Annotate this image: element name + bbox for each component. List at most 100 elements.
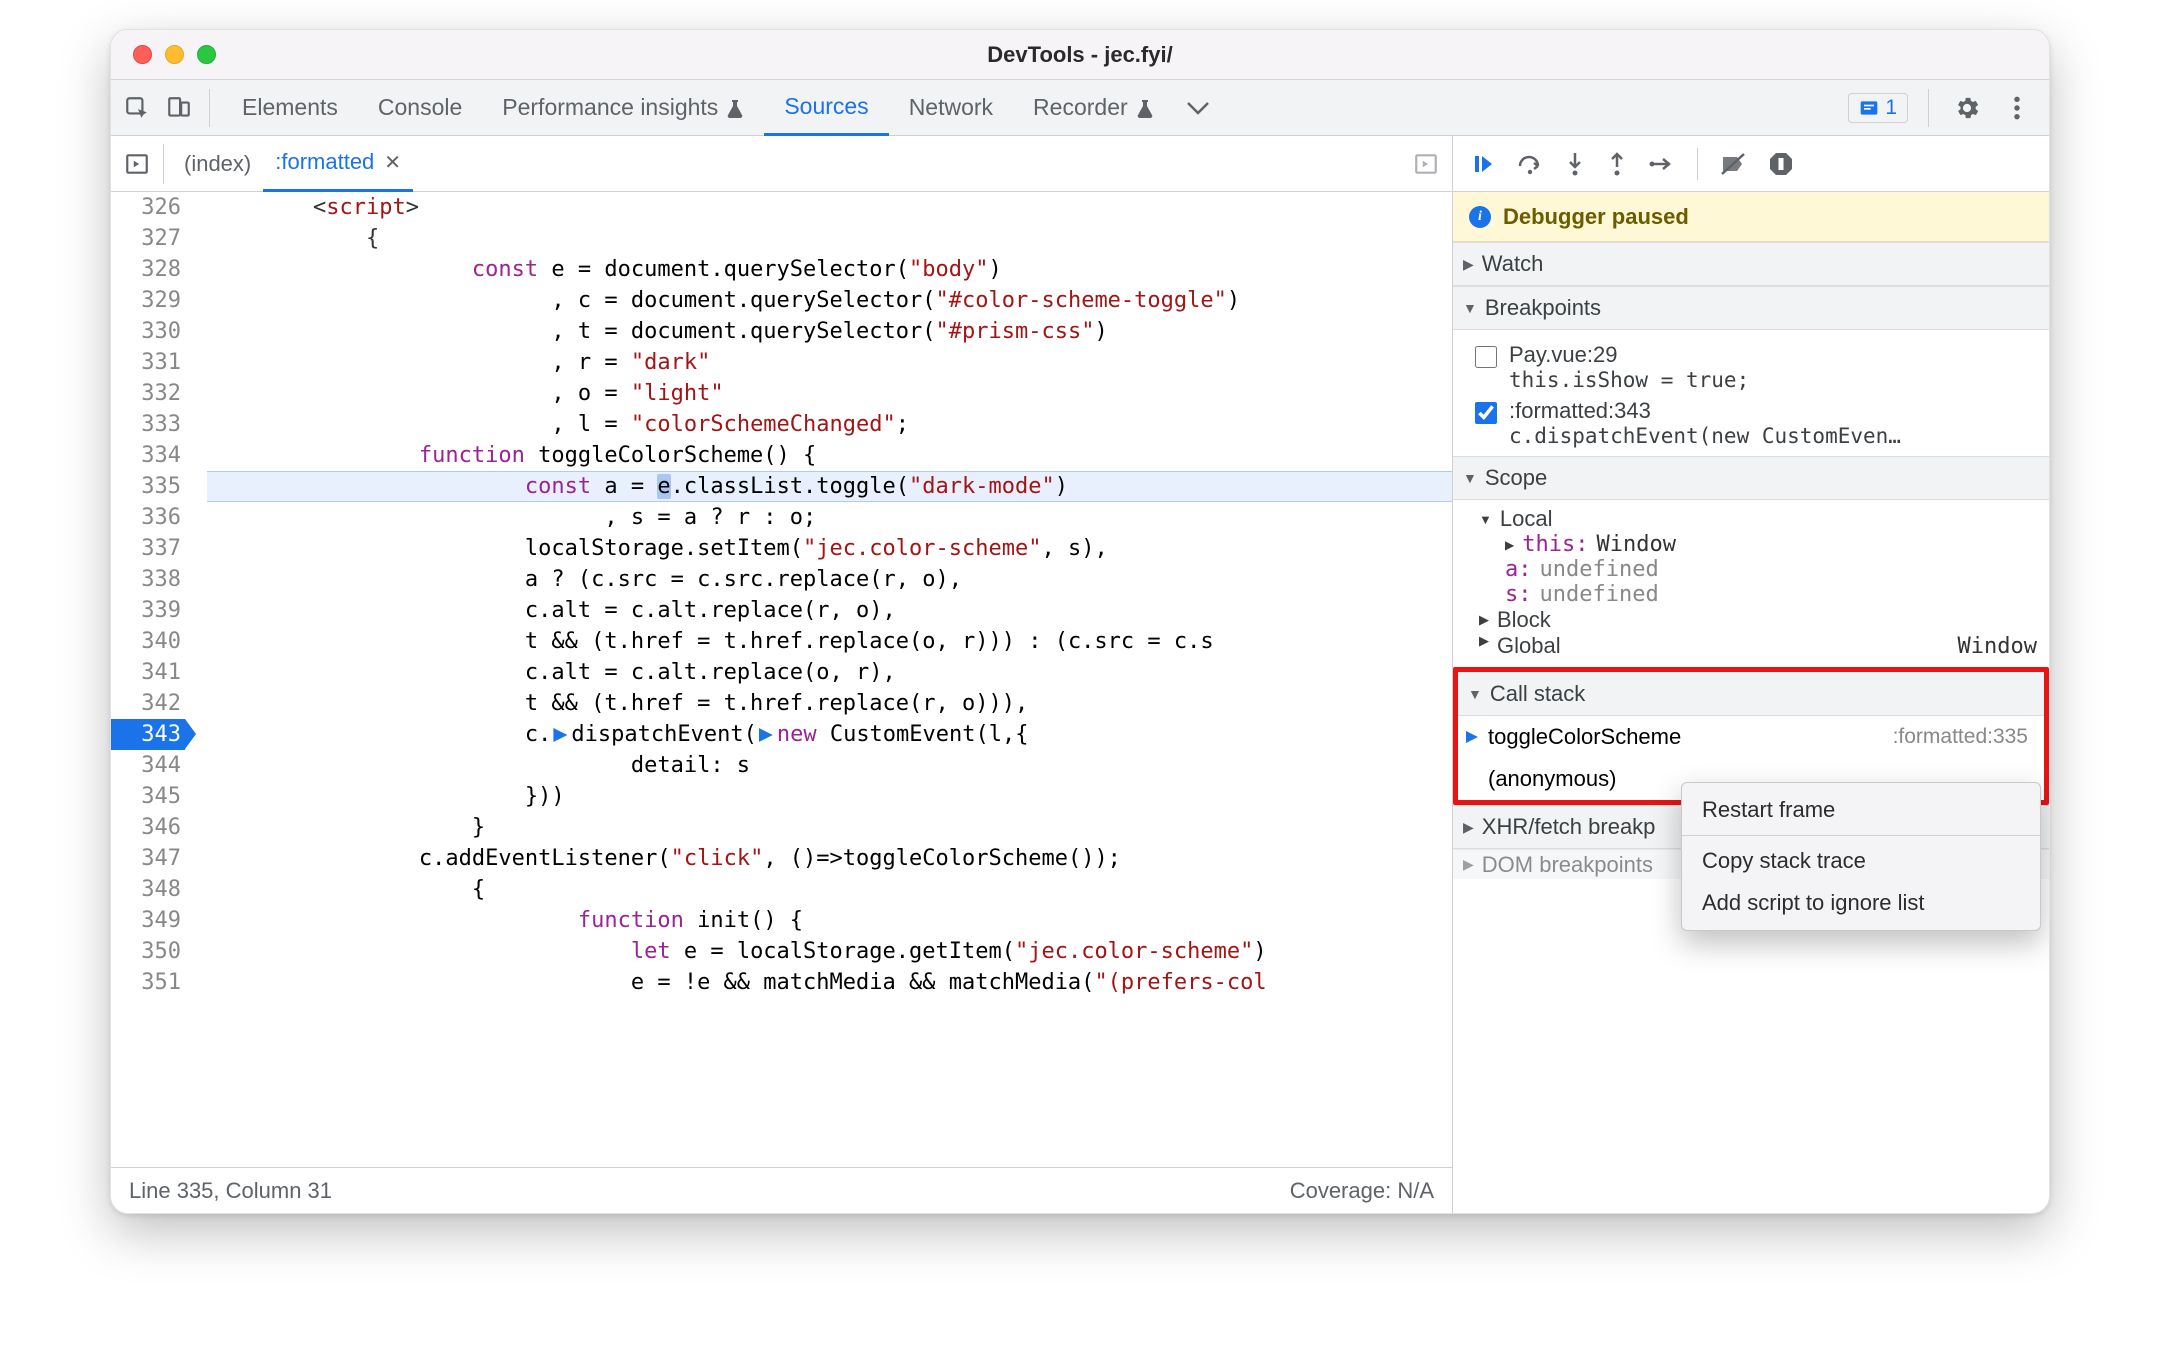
code-line[interactable]: localStorage.setItem("jec.color-scheme",…	[207, 533, 1452, 564]
settings-icon[interactable]	[1949, 90, 1985, 126]
breakpoint-marker[interactable]: 343	[111, 719, 185, 750]
gutter-line[interactable]: 334	[111, 440, 185, 471]
breakpoint-checkbox[interactable]	[1475, 402, 1497, 424]
scope-variable[interactable]: s: undefined	[1475, 582, 2037, 607]
gutter-line[interactable]: 347	[111, 843, 185, 874]
code-line[interactable]: const e = document.querySelector("body")	[207, 254, 1452, 285]
scope-section[interactable]: ▼Scope	[1453, 456, 2049, 500]
gutter-line[interactable]: 338	[111, 564, 185, 595]
code-line[interactable]: , o = "light"	[207, 378, 1452, 409]
code-line[interactable]: c.alt = c.alt.replace(o, r),	[207, 657, 1452, 688]
code-line[interactable]: <script>	[207, 192, 1452, 223]
gutter-line[interactable]: 351	[111, 967, 185, 998]
code-line[interactable]: t && (t.href = t.href.replace(o, r))) : …	[207, 626, 1452, 657]
gutter-line[interactable]: 331	[111, 347, 185, 378]
step-over-icon[interactable]	[1517, 152, 1543, 176]
gutter-line[interactable]: 335	[111, 471, 185, 502]
titlebar: DevTools - jec.fyi/	[111, 30, 2049, 80]
code-line[interactable]: , l = "colorSchemeChanged";	[207, 409, 1452, 440]
gutter-line[interactable]: 326	[111, 192, 185, 223]
context-menu-item[interactable]: Restart frame	[1682, 789, 2040, 831]
minimize-window-icon[interactable]	[165, 45, 184, 64]
pause-on-exceptions-icon[interactable]	[1768, 151, 1794, 177]
code-line[interactable]: {	[207, 223, 1452, 254]
tab-console[interactable]: Console	[358, 80, 482, 136]
resume-icon[interactable]	[1471, 152, 1495, 176]
code-line[interactable]: c.addEventListener("click", ()=>toggleCo…	[207, 843, 1452, 874]
navigator-toggle-icon[interactable]	[119, 146, 155, 182]
tab-sources[interactable]: Sources	[764, 80, 888, 136]
gutter-line[interactable]: 333	[111, 409, 185, 440]
window-controls	[133, 45, 216, 64]
code-line[interactable]: }	[207, 812, 1452, 843]
code-line[interactable]: function init() {	[207, 905, 1452, 936]
breakpoint-item[interactable]: Pay.vue:29this.isShow = true;	[1475, 342, 2037, 392]
breakpoint-checkbox[interactable]	[1475, 346, 1497, 368]
close-window-icon[interactable]	[133, 45, 152, 64]
gutter-line[interactable]: 330	[111, 316, 185, 347]
gutter-line[interactable]: 336	[111, 502, 185, 533]
code-line[interactable]: , r = "dark"	[207, 347, 1452, 378]
callstack-section[interactable]: ▼Call stack	[1458, 672, 2044, 716]
code-line[interactable]: , c = document.querySelector("#color-sch…	[207, 285, 1452, 316]
callstack-frame[interactable]: toggleColorScheme:formatted:335	[1458, 716, 2044, 758]
editor-tab-formatted[interactable]: :formatted✕	[263, 136, 413, 192]
gutter-line[interactable]: 339	[111, 595, 185, 626]
gutter-line[interactable]: 344	[111, 750, 185, 781]
code-line[interactable]: , s = a ? r : o;	[207, 502, 1452, 533]
breakpoint-item[interactable]: :formatted:343c.dispatchEvent(new Custom…	[1475, 398, 2037, 448]
watch-section[interactable]: ▶Watch	[1453, 242, 2049, 286]
tab-elements[interactable]: Elements	[222, 80, 358, 136]
code-editor[interactable]: 3263273283293303313323333343353363373383…	[111, 192, 1452, 1167]
code-line[interactable]: c.dispatchEvent(new CustomEvent(l,{	[207, 719, 1452, 750]
scope-variable[interactable]: a: undefined	[1475, 557, 2037, 582]
editor-statusbar: Line 335, Column 31 Coverage: N/A	[111, 1167, 1452, 1213]
gutter-line[interactable]: 340	[111, 626, 185, 657]
zoom-window-icon[interactable]	[197, 45, 216, 64]
gutter-line[interactable]: 328	[111, 254, 185, 285]
tab-network[interactable]: Network	[889, 80, 1013, 136]
device-toolbar-icon[interactable]	[161, 90, 197, 126]
issues-counter[interactable]: 1	[1848, 93, 1908, 123]
step-out-icon[interactable]	[1607, 151, 1627, 177]
gutter-line[interactable]: 329	[111, 285, 185, 316]
code-line[interactable]: {	[207, 874, 1452, 905]
code-line[interactable]: c.alt = c.alt.replace(r, o),	[207, 595, 1452, 626]
gutter-line[interactable]: 350	[111, 936, 185, 967]
code-area[interactable]: <script> { const e = document.querySelec…	[203, 192, 1452, 1167]
gutter-line[interactable]: 337	[111, 533, 185, 564]
step-icon[interactable]	[1649, 154, 1675, 174]
gutter-line[interactable]: 345	[111, 781, 185, 812]
coverage-status: Coverage: N/A	[1290, 1178, 1434, 1204]
gutter-line[interactable]: 346	[111, 812, 185, 843]
more-tabs-icon[interactable]	[1180, 90, 1216, 126]
gutter-line[interactable]: 341	[111, 657, 185, 688]
gutter-line[interactable]: 327	[111, 223, 185, 254]
code-line[interactable]: a ? (c.src = c.src.replace(r, o),	[207, 564, 1452, 595]
editor-tab-index[interactable]: (index)	[172, 136, 263, 192]
code-line[interactable]: const a = e.classList.toggle("dark-mode"…	[207, 471, 1452, 502]
gutter-line[interactable]: 349	[111, 905, 185, 936]
tab-performance-insights[interactable]: Performance insights	[482, 80, 764, 136]
breakpoints-section[interactable]: ▼Breakpoints	[1453, 286, 2049, 330]
scope-variable[interactable]: ▶this: Window	[1475, 532, 2037, 557]
step-into-icon[interactable]	[1565, 151, 1585, 177]
deactivate-breakpoints-icon[interactable]	[1720, 152, 1746, 176]
gutter-line[interactable]: 348	[111, 874, 185, 905]
code-line[interactable]: , t = document.querySelector("#prism-css…	[207, 316, 1452, 347]
tab-recorder[interactable]: Recorder	[1013, 80, 1174, 136]
inspect-element-icon[interactable]	[119, 90, 155, 126]
code-line[interactable]: }))	[207, 781, 1452, 812]
code-line[interactable]: t && (t.href = t.href.replace(r, o))),	[207, 688, 1452, 719]
code-line[interactable]: function toggleColorScheme() {	[207, 440, 1452, 471]
gutter-line[interactable]: 332	[111, 378, 185, 409]
kebab-menu-icon[interactable]	[1999, 90, 2035, 126]
context-menu-item[interactable]: Copy stack trace	[1682, 840, 2040, 882]
context-menu-item[interactable]: Add script to ignore list	[1682, 882, 2040, 924]
code-line[interactable]: detail: s	[207, 750, 1452, 781]
close-tab-icon[interactable]: ✕	[384, 150, 401, 175]
code-line[interactable]: let e = localStorage.getItem("jec.color-…	[207, 936, 1452, 967]
gutter-line[interactable]: 342	[111, 688, 185, 719]
code-line[interactable]: e = !e && matchMedia && matchMedia("(pre…	[207, 967, 1452, 998]
more-editor-options-icon[interactable]	[1408, 146, 1444, 182]
